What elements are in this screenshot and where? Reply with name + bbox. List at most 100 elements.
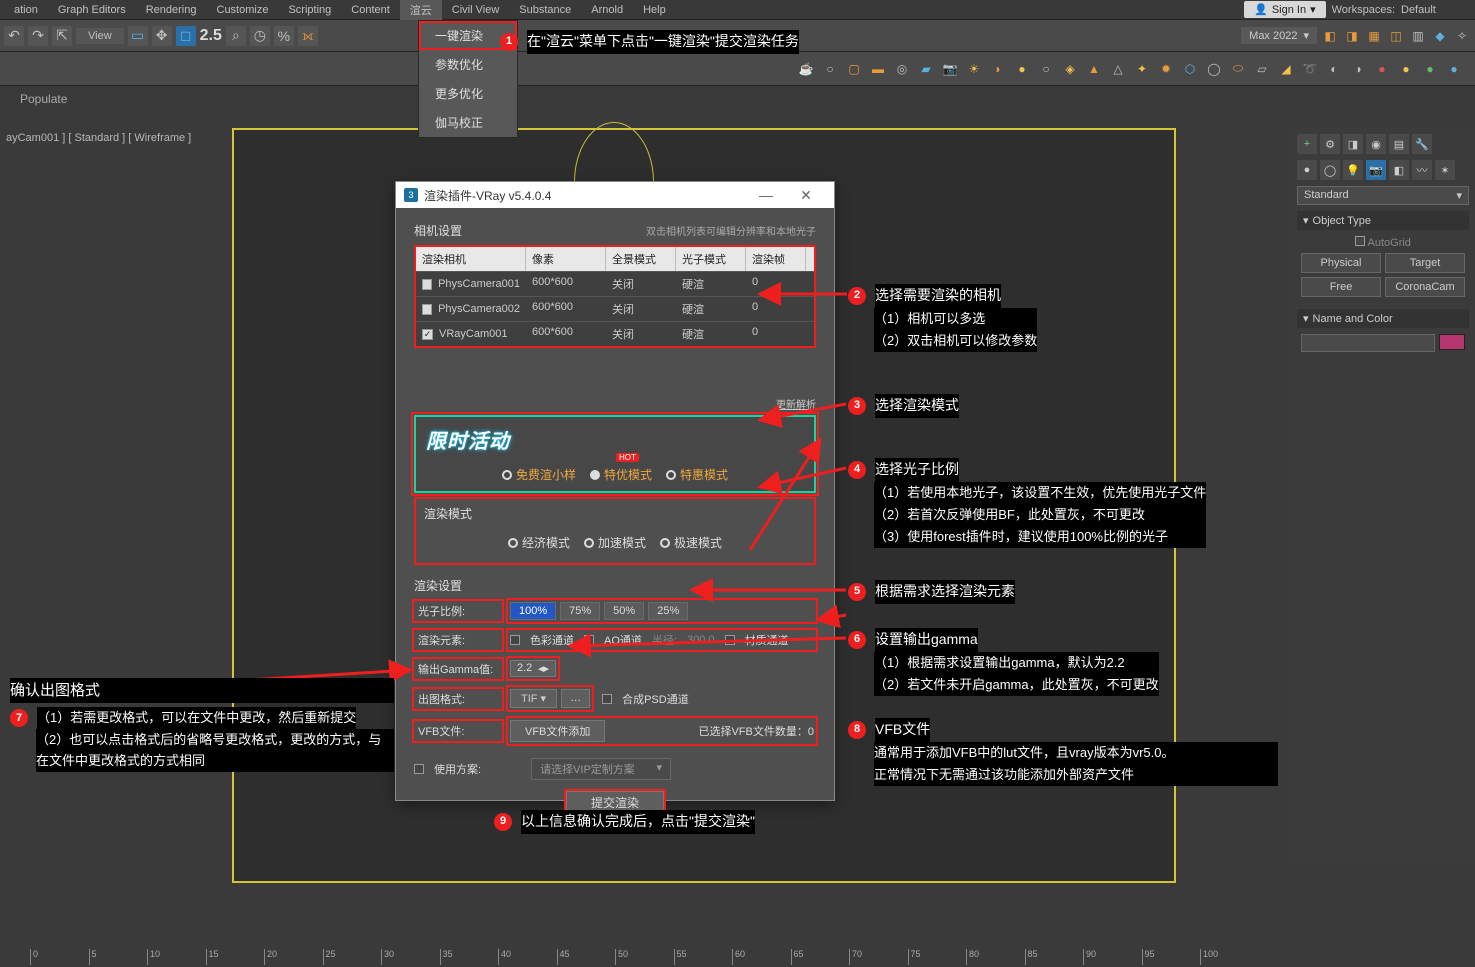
helpers-icon[interactable]: ◧ (1389, 160, 1409, 180)
link-icon[interactable]: ⇱ (52, 26, 72, 46)
minimize-button[interactable]: — (746, 187, 786, 203)
prism-icon[interactable]: ▱ (1253, 60, 1271, 78)
menu-gamma-correct[interactable]: 伽马校正 (419, 108, 517, 137)
camera-checkbox[interactable]: ✓ (422, 329, 433, 340)
star-icon[interactable]: ✦ (1133, 60, 1151, 78)
capsule-icon[interactable]: ⬭ (1229, 60, 1247, 78)
menu-civil-view[interactable]: Civil View (442, 2, 509, 18)
mode-free-sample[interactable]: 免费渲小样 (502, 466, 576, 483)
t3-icon[interactable]: ▦ (1365, 27, 1383, 45)
ratio-75[interactable]: 75% (560, 602, 600, 620)
btn-physical[interactable]: Physical (1301, 253, 1381, 273)
menu-xuanyun[interactable]: 渲云 (400, 0, 442, 20)
mode-economy[interactable]: 经济模式 (508, 534, 570, 551)
refresh-parse-link[interactable]: 更新解析 (414, 396, 816, 411)
workspaces-value[interactable]: Default (1401, 4, 1471, 16)
camera-checkbox[interactable] (422, 304, 432, 315)
menu-param-optimize[interactable]: 参数优化 (419, 50, 517, 79)
btn-target[interactable]: Target (1385, 253, 1465, 273)
mirror-icon[interactable]: ⟗ (298, 26, 318, 46)
vfb-add-button[interactable]: VFB文件添加 (510, 720, 605, 742)
ratio-25[interactable]: 25% (648, 602, 688, 620)
misc1-icon[interactable]: ◐ (1325, 60, 1343, 78)
chk-scheme[interactable] (414, 764, 424, 774)
table-row[interactable]: PhysCamera002600*600关闭硬渲0 (416, 296, 814, 321)
close-button[interactable]: ✕ (786, 187, 826, 204)
menu-ation[interactable]: ation (4, 2, 48, 18)
menu-rendering[interactable]: Rendering (136, 2, 207, 18)
percent-icon[interactable]: % (274, 26, 294, 46)
tube-icon[interactable]: ◎ (893, 60, 911, 78)
autogrid-checkbox[interactable] (1355, 236, 1365, 246)
misc2-icon[interactable]: ◑ (1349, 60, 1367, 78)
t1-icon[interactable]: ◧ (1321, 27, 1339, 45)
btn-free[interactable]: Free (1301, 277, 1381, 297)
hex-icon[interactable]: ⬡ (1181, 60, 1199, 78)
menu-help[interactable]: Help (633, 2, 676, 18)
dot4-icon[interactable]: ● (1445, 60, 1463, 78)
spiral-icon[interactable]: ➰ (1301, 60, 1319, 78)
undo-icon[interactable]: ↶ (4, 26, 24, 46)
cyl-icon[interactable]: ▬ (869, 60, 887, 78)
dome-icon[interactable]: ◗ (989, 60, 1007, 78)
dot1-icon[interactable]: ● (1373, 60, 1391, 78)
hierarchy-tab[interactable]: ◨ (1343, 134, 1363, 154)
t2-icon[interactable]: ◨ (1343, 27, 1361, 45)
snap-icon[interactable]: ⌕ (226, 26, 246, 46)
angle-icon[interactable]: ◷ (250, 26, 270, 46)
dot2-icon[interactable]: ● (1397, 60, 1415, 78)
space-icon[interactable]: 〰 (1412, 160, 1432, 180)
select-icon[interactable]: ▭ (128, 26, 148, 46)
table-row[interactable]: ✓VRayCam001600*600关闭硬渲0 (416, 321, 814, 346)
mode-extreme[interactable]: 极速模式 (660, 534, 722, 551)
sun-icon[interactable]: ☀ (965, 60, 983, 78)
mode-accel[interactable]: 加速模式 (584, 534, 646, 551)
table-row[interactable]: PhysCamera001600*600关闭硬渲0 (416, 271, 814, 296)
torus-icon[interactable]: ○ (821, 60, 839, 78)
shapes-icon[interactable]: ◯ (1320, 160, 1340, 180)
chk-mat[interactable] (725, 635, 735, 645)
object-type-rollout[interactable]: ▾Object Type (1297, 211, 1469, 230)
menu-customize[interactable]: Customize (207, 2, 279, 18)
mode-special[interactable]: 特惠模式 (666, 466, 728, 483)
category-select[interactable]: Standard▾ (1297, 186, 1469, 205)
ratio-50[interactable]: 50% (604, 602, 644, 620)
t4-icon[interactable]: ◫ (1387, 27, 1405, 45)
geometry-icon[interactable]: ● (1297, 160, 1317, 180)
view-selector[interactable]: View (76, 28, 124, 44)
menu-more-optimize[interactable]: 更多优化 (419, 79, 517, 108)
modify-tab[interactable]: ⚙ (1320, 134, 1340, 154)
systems-icon[interactable]: ✶ (1435, 160, 1455, 180)
rotate-icon[interactable]: ◻ (176, 26, 196, 46)
cameras-icon[interactable]: 📷 (1366, 160, 1386, 180)
move-icon[interactable]: ✥ (152, 26, 172, 46)
camera-checkbox[interactable] (422, 279, 432, 290)
btn-coronacam[interactable]: CoronaCam (1385, 277, 1465, 297)
teapot-icon[interactable]: ☕ (797, 60, 815, 78)
gamma-input[interactable]: 2.2◂▸ (510, 660, 556, 677)
dot3-icon[interactable]: ● (1421, 60, 1439, 78)
cone-icon[interactable]: △ (1109, 60, 1127, 78)
t7-icon[interactable]: ✧ (1453, 27, 1471, 45)
menu-graph-editors[interactable]: Graph Editors (48, 2, 136, 18)
sign-in-button[interactable]: 👤 Sign In ▾ (1244, 1, 1325, 18)
plane-icon[interactable]: ▰ (917, 60, 935, 78)
object-color-swatch[interactable] (1439, 334, 1465, 350)
box-icon[interactable]: ▢ (845, 60, 863, 78)
display-tab[interactable]: ▤ (1389, 134, 1409, 154)
scheme-select[interactable]: 请选择VIP定制方案▾ (531, 758, 671, 780)
motion-tab[interactable]: ◉ (1366, 134, 1386, 154)
ratio-100[interactable]: 100% (510, 602, 556, 620)
mode-premium[interactable]: 特优模式 (590, 466, 652, 483)
menu-content[interactable]: Content (341, 2, 400, 18)
redo-icon[interactable]: ↷ (28, 26, 48, 46)
t5-icon[interactable]: ▥ (1409, 27, 1427, 45)
lights-icon[interactable]: 💡 (1343, 160, 1363, 180)
gear-icon[interactable]: ✹ (1157, 60, 1175, 78)
chk-psd[interactable] (602, 694, 612, 704)
chk-ao[interactable] (584, 635, 594, 645)
time-ruler[interactable]: 0510152025303540455055606570758085909510… (0, 949, 1285, 965)
name-color-rollout[interactable]: ▾Name and Color (1297, 309, 1469, 328)
chk-color[interactable] (510, 635, 520, 645)
wedge-icon[interactable]: ◢ (1277, 60, 1295, 78)
